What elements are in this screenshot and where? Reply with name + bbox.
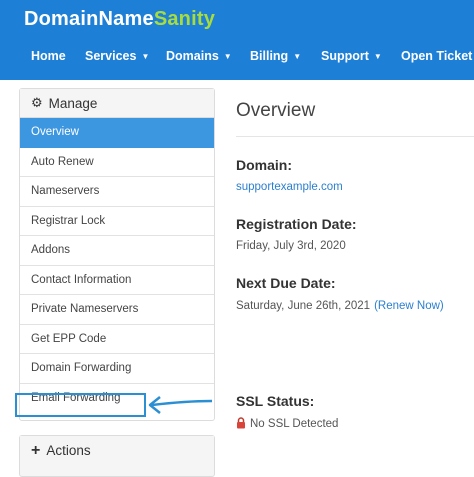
ssl-status-label: SSL Status:: [236, 393, 315, 409]
actions-panel-title: Actions: [46, 443, 91, 458]
sidebar-item-domain-forwarding[interactable]: Domain Forwarding: [20, 354, 214, 384]
renew-now-link[interactable]: (Renew Now): [374, 300, 444, 312]
nav-domains[interactable]: Domains ▼: [166, 49, 232, 63]
title-divider: [236, 136, 474, 137]
nav-services-label: Services: [85, 49, 137, 63]
email-forwarding-highlight-box: [15, 393, 146, 417]
next-due-date-row: Saturday, June 26th, 2021 (Renew Now): [236, 300, 444, 312]
sidebar-item-label: Nameservers: [31, 185, 100, 198]
ssl-status-row: No SSL Detected: [236, 417, 338, 430]
nav-home[interactable]: Home: [31, 49, 66, 63]
domain-value-link[interactable]: supportexample.com: [236, 181, 343, 193]
sidebar-item-label: Registrar Lock: [31, 214, 106, 227]
manage-panel: ⚙ Manage Overview Auto Renew Nameservers…: [19, 88, 215, 421]
sidebar-item-label: Addons: [31, 244, 71, 257]
next-due-date-label: Next Due Date:: [236, 275, 336, 291]
overview-content: Overview Domain: supportexample.com Regi…: [236, 0, 474, 468]
sidebar-item-label: Auto Renew: [31, 155, 94, 168]
sidebar-item-overview[interactable]: Overview: [20, 118, 214, 148]
lock-icon: [237, 417, 245, 429]
nav-domains-label: Domains: [166, 49, 219, 63]
plus-icon: +: [31, 441, 41, 459]
sidebar-item-contact-information[interactable]: Contact Information: [20, 266, 214, 295]
registration-date-label: Registration Date:: [236, 216, 357, 232]
manage-panel-title: Manage: [48, 95, 98, 111]
logo-text-accent: Sanity: [153, 8, 216, 30]
sidebar-item-auto-renew[interactable]: Auto Renew: [20, 148, 214, 177]
sidebar-item-label: Private Nameservers: [31, 303, 139, 316]
page-title: Overview: [236, 100, 316, 121]
logo-text-primary: DomainName: [24, 8, 154, 30]
manage-panel-header: ⚙ Manage: [20, 89, 214, 118]
sidebar-item-label: Contact Information: [31, 273, 132, 286]
sidebar-item-private-nameservers[interactable]: Private Nameservers: [20, 295, 214, 325]
nav-home-label: Home: [31, 49, 66, 63]
ssl-status-value: No SSL Detected: [250, 418, 339, 430]
sidebar-item-label: Get EPP Code: [31, 332, 107, 345]
site-logo[interactable]: DomainNameSanity: [24, 8, 215, 31]
actions-panel: + Actions: [19, 435, 215, 477]
registration-date-value: Friday, July 3rd, 2020: [236, 240, 346, 252]
next-due-date-value: Saturday, June 26th, 2021: [236, 300, 371, 312]
sidebar-item-get-epp-code[interactable]: Get EPP Code: [20, 325, 214, 354]
gear-icon: ⚙: [31, 95, 43, 110]
pointer-arrow-icon: [148, 396, 213, 414]
domain-label: Domain:: [236, 157, 292, 173]
chevron-down-icon: ▼: [223, 52, 232, 61]
sidebar-item-label: Overview: [31, 126, 79, 139]
sidebar-item-registrar-lock[interactable]: Registrar Lock: [20, 207, 214, 236]
nav-services[interactable]: Services ▼: [85, 49, 149, 63]
chevron-down-icon: ▼: [141, 52, 150, 61]
actions-panel-header[interactable]: + Actions: [20, 436, 214, 465]
sidebar-item-label: Domain Forwarding: [31, 362, 132, 375]
sidebar-item-nameservers[interactable]: Nameservers: [20, 177, 214, 207]
sidebar-item-addons[interactable]: Addons: [20, 236, 214, 266]
